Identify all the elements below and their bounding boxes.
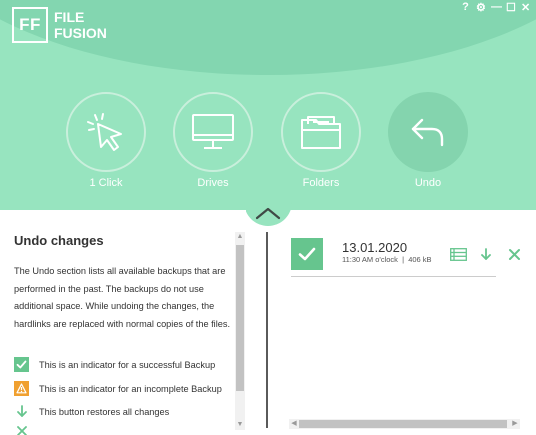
nav-folders-button[interactable]: Folders xyxy=(281,92,361,189)
minimize-icon[interactable]: — xyxy=(491,1,502,14)
panel-description: The Undo section lists all available bac… xyxy=(14,266,231,329)
legend-incomplete: This is an indicator for an incomplete B… xyxy=(14,381,236,396)
logo-text-line1: FILE xyxy=(54,9,85,25)
maximize-icon[interactable]: ☐ xyxy=(506,1,516,14)
nav-undo-button[interactable]: Undo xyxy=(388,92,468,189)
logo-text-line2: FUSION xyxy=(54,25,107,41)
checkmark-icon xyxy=(14,357,29,372)
nav-label: Undo xyxy=(414,177,442,189)
close-x-icon xyxy=(508,248,520,260)
backup-size: 406 kB xyxy=(408,255,432,264)
warning-icon xyxy=(14,381,29,396)
collapse-header-button[interactable] xyxy=(244,200,292,226)
settings-icon[interactable]: ⚙ xyxy=(476,1,486,14)
panel-divider xyxy=(266,232,268,428)
scroll-right-arrow-icon[interactable]: ▶ xyxy=(510,419,520,429)
legend-success: This is an indicator for a successful Ba… xyxy=(14,357,236,372)
legend-text: This is an indicator for a successful Ba… xyxy=(39,359,216,370)
legend-partial-row xyxy=(14,426,236,435)
scrollbar-thumb[interactable] xyxy=(236,245,244,391)
backup-list-item[interactable]: 13.01.2020 11:30 AM o'clock | 406 kB xyxy=(291,237,520,277)
nav-label: Drives xyxy=(197,177,229,189)
nav-label: 1 Click xyxy=(89,177,123,189)
window-controls: ? ⚙ — ☐ ✕ xyxy=(461,1,530,14)
undo-arrow-icon xyxy=(411,118,444,147)
scroll-left-arrow-icon[interactable]: ◀ xyxy=(289,419,299,429)
right-horizontal-scrollbar[interactable]: ◀ ▶ xyxy=(289,419,520,429)
nav-drives-button[interactable]: Drives xyxy=(173,92,253,189)
monitor-icon xyxy=(192,114,234,149)
help-icon[interactable]: ? xyxy=(461,1,470,14)
chevron-up-icon xyxy=(255,207,281,220)
nav-label: Folders xyxy=(302,177,340,189)
app-header: FF FILE FUSION ? ⚙ — ☐ ✕ 1 Click Drives … xyxy=(0,0,536,210)
backup-actions xyxy=(449,247,523,261)
meta-separator: | xyxy=(402,255,405,264)
scroll-down-arrow-icon[interactable]: ▼ xyxy=(235,420,245,430)
app-logo: FF FILE FUSION xyxy=(12,7,107,43)
legend-text: This button restores all changes xyxy=(39,406,170,417)
download-arrow-icon xyxy=(481,247,491,260)
backup-date: 13.01.2020 xyxy=(342,240,408,255)
cursor-click-icon xyxy=(87,113,122,151)
undo-info-panel: Undo changes The Undo section lists all … xyxy=(0,210,246,435)
folder-icon xyxy=(301,116,341,149)
legend-restore: This button restores all changes xyxy=(14,404,236,419)
delete-backup-button[interactable] xyxy=(505,247,523,261)
backup-meta: 11:30 AM o'clock | 406 kB xyxy=(342,255,432,264)
success-status-icon xyxy=(291,238,323,270)
scroll-up-arrow-icon[interactable]: ▲ xyxy=(235,232,245,242)
download-arrow-icon xyxy=(14,404,29,419)
backup-time: 11:30 AM o'clock xyxy=(342,255,398,264)
legend-text: This is an indicator for an incomplete B… xyxy=(39,383,222,394)
left-vertical-scrollbar[interactable]: ▲ ▼ xyxy=(235,232,245,430)
delete-icon xyxy=(14,426,29,435)
nav-one-click-button[interactable]: 1 Click xyxy=(66,92,146,189)
scrollbar-thumb[interactable] xyxy=(299,420,507,428)
panel-title: Undo changes xyxy=(14,233,104,248)
close-icon[interactable]: ✕ xyxy=(521,1,530,14)
details-list-icon[interactable] xyxy=(449,247,467,261)
restore-button[interactable] xyxy=(477,247,495,261)
logo-mark: FF xyxy=(12,7,48,43)
